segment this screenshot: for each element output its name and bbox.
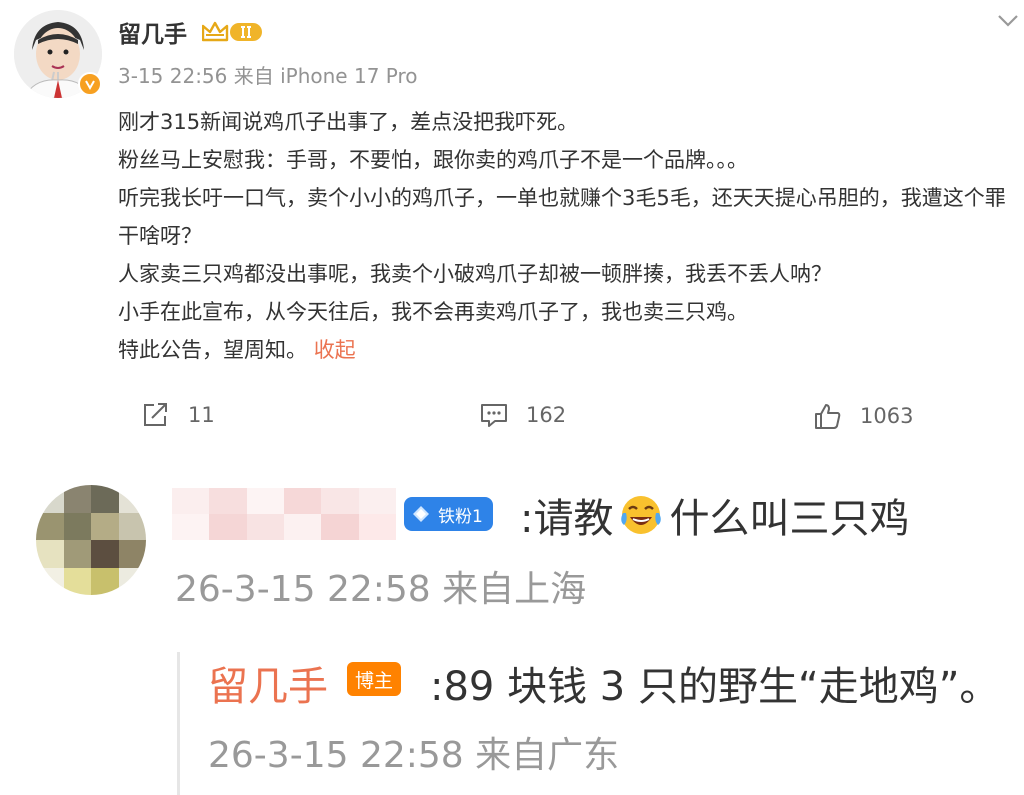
comment-count: 162 [526, 403, 567, 427]
blogger-badge: 博主 [347, 662, 402, 696]
post-line: 小手在此宣布，从今天往后，我不会再卖鸡爪子了，我也卖三只鸡。 [118, 300, 748, 324]
verified-icon [78, 72, 102, 96]
post-line: 人家卖三只鸡都没出事呢，我卖个小破鸡爪子却被一顿胖揍，我丢不丢人呐？ [118, 262, 832, 286]
like-count: 1063 [860, 404, 914, 428]
action-bar: 11 162 1063 [0, 398, 1024, 438]
repost-icon [144, 403, 167, 426]
comment-text-after: 什么叫三只鸡 [669, 496, 910, 542]
like-icon [815, 404, 841, 429]
commenter-avatar[interactable] [36, 485, 146, 595]
author-name[interactable]: 留几手 [118, 15, 187, 49]
chevron-down-icon[interactable] [996, 12, 1020, 34]
comment-button[interactable]: 162 [480, 402, 566, 428]
fan-badge-label: 铁粉1 [438, 506, 483, 527]
crown-badge-icon[interactable] [201, 20, 264, 48]
post-line: 粉丝马上安慰我：手哥，不要怕，跟你卖的鸡爪子不是一个品牌。。。 [118, 148, 748, 172]
reply-divider [177, 652, 180, 795]
diamond-icon [413, 506, 429, 522]
comment-meta: 26-3-15 22:58 来自上海 [175, 569, 587, 610]
comment-text-before: :请教 [520, 496, 614, 542]
like-button[interactable]: 1063 [814, 402, 913, 430]
post-meta: 3-15 22:56 来自 iPhone 17 Pro [118, 64, 418, 88]
post-last-text: 特此公告，望周知。 [118, 338, 307, 362]
laugh-cry-emoji-icon [621, 496, 662, 534]
post-line: 刚才315新闻说鸡爪子出事了，差点没把我吓死。 [118, 110, 579, 134]
post-content: 刚才315新闻说鸡爪子出事了，差点没把我吓死。 粉丝马上安慰我：手哥，不要怕，跟… [118, 103, 1018, 369]
fan-badge: 铁粉1 [404, 497, 493, 531]
reply-author[interactable]: 留几手 [208, 654, 328, 712]
post-line: 听完我长吁一口气，卖个小小的鸡爪子，一单也就赚个3毛5毛，还天天提心吊胆的，我遭… [118, 186, 1006, 248]
repost-button[interactable]: 11 [142, 402, 215, 428]
repost-count: 11 [188, 403, 215, 427]
reply-text: :89 块钱 3 只的野生“走地鸡”。 [430, 664, 1000, 710]
comment-icon [481, 404, 507, 427]
commenter-name-blurred[interactable] [172, 488, 396, 540]
reply-meta: 26-3-15 22:58 来自广东 [208, 735, 620, 776]
post-line-last: 特此公告，望周知。 收起 [118, 331, 1018, 369]
collapse-link[interactable]: 收起 [314, 338, 356, 362]
comment-text: :请教 什么叫三只鸡 [520, 486, 909, 544]
